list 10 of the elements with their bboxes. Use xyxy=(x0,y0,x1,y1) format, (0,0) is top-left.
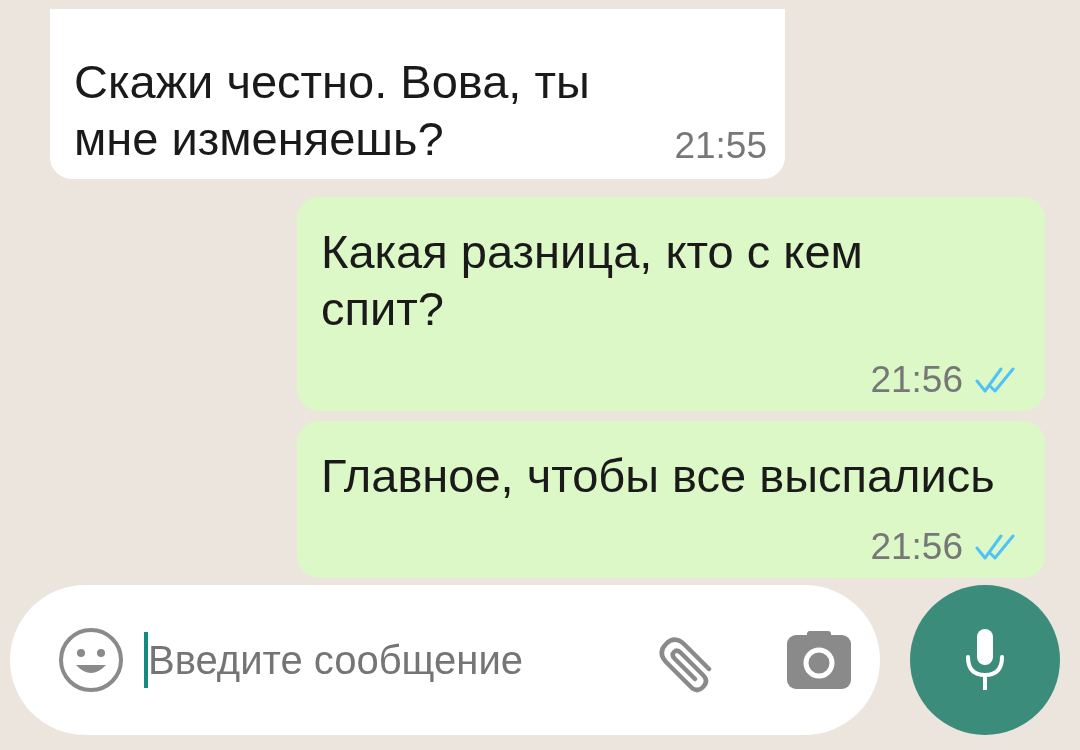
message-text: Главное, чтобы все выспались xyxy=(321,448,996,504)
camera-icon[interactable] xyxy=(787,631,851,689)
message-time: 21:55 xyxy=(674,125,767,167)
emoji-icon[interactable] xyxy=(58,627,124,693)
microphone-icon xyxy=(965,629,1005,691)
message-text: Скажи честно. Вова, ты мне изменяешь? xyxy=(74,54,590,167)
message-field[interactable]: Введите сообщение xyxy=(148,637,568,683)
message-time: 21:56 xyxy=(870,359,963,401)
message-text: Какая разница, кто с кем спит? xyxy=(321,224,864,337)
message-time: 21:56 xyxy=(870,526,963,568)
